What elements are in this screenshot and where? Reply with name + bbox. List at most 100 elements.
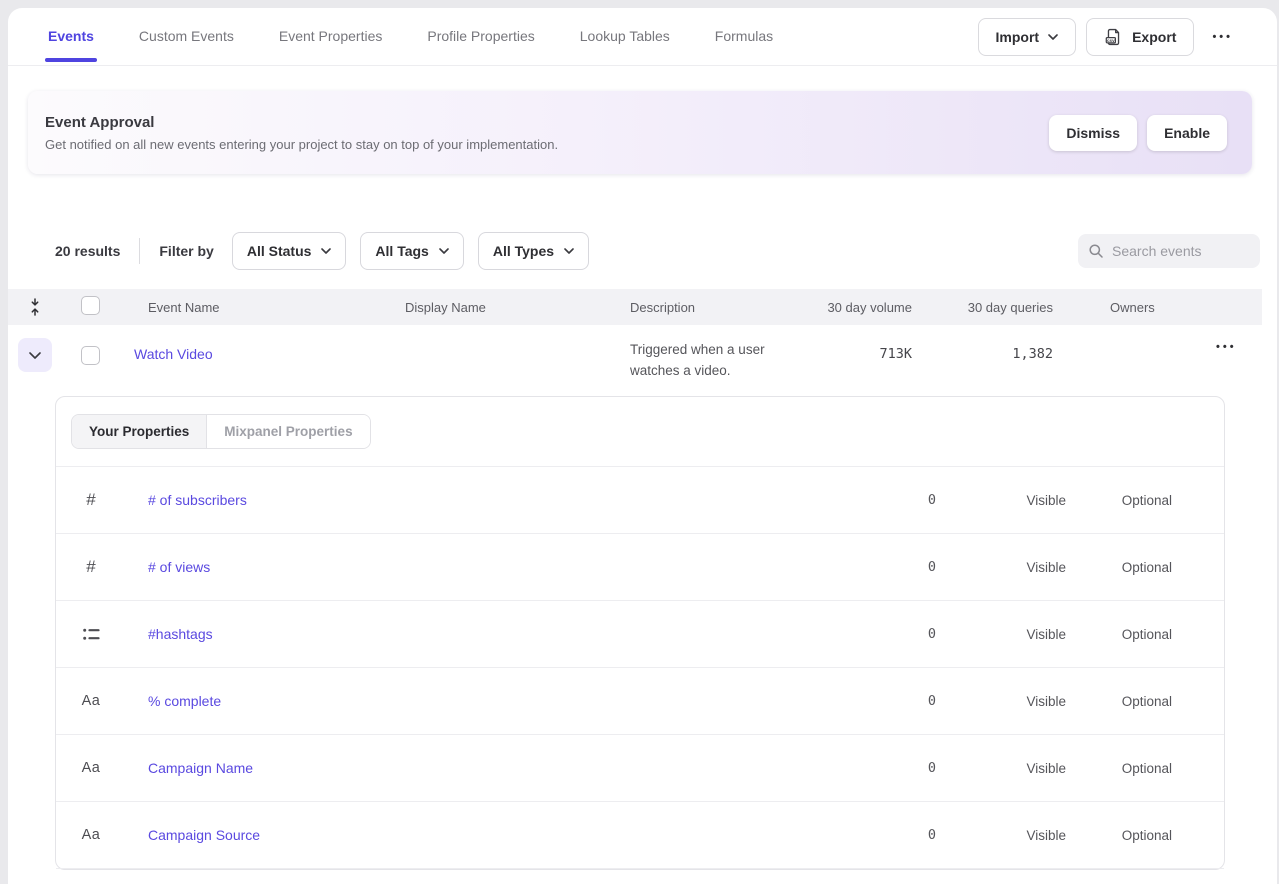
banner-actions: Dismiss Enable — [1049, 115, 1227, 151]
collapse-row-button[interactable] — [18, 338, 52, 372]
property-volume: 0 — [816, 492, 936, 508]
tab-lookup-tables[interactable]: Lookup Tables — [580, 8, 670, 65]
tab-event-properties[interactable]: Event Properties — [279, 8, 383, 65]
types-filter-dropdown[interactable]: All Types — [478, 232, 589, 270]
filter-by-label: Filter by — [159, 243, 213, 259]
row-checkbox[interactable] — [81, 346, 100, 365]
event-description: Triggered when a user watches a video. — [630, 339, 788, 381]
filter-row: 20 results Filter by All Status All Tags… — [8, 232, 1277, 270]
column-30-day-queries: 30 day queries — [920, 300, 1060, 315]
property-name-link[interactable]: #hashtags — [126, 626, 816, 642]
search-icon — [1088, 243, 1104, 259]
event-approval-banner: Event Approval Get notified on all new e… — [28, 91, 1252, 174]
chevron-down-icon — [439, 248, 449, 254]
results-count: 20 results — [55, 243, 120, 259]
property-visibility: Visible — [936, 493, 1106, 508]
nav-actions: Import csv Export ••• — [978, 18, 1241, 56]
property-visibility: Visible — [936, 828, 1106, 843]
property-row: Aa Campaign Source 0 Visible Optional — [56, 802, 1224, 869]
property-name-link[interactable]: # of views — [126, 559, 816, 575]
property-volume: 0 — [816, 626, 936, 642]
event-30-day-volume: 713K — [788, 346, 912, 362]
svg-text:csv: csv — [1107, 37, 1115, 42]
chevron-down-icon — [1048, 34, 1058, 40]
row-more-button[interactable]: ••• — [1210, 341, 1245, 353]
property-requirement: Optional — [1106, 761, 1224, 776]
tab-profile-properties[interactable]: Profile Properties — [427, 8, 534, 65]
property-row: # # of views 0 Visible Optional — [56, 534, 1224, 601]
property-visibility: Visible — [936, 627, 1106, 642]
tab-events[interactable]: Events — [48, 8, 94, 65]
panel-header: Your Properties Mixpanel Properties — [56, 397, 1224, 467]
status-filter-dropdown[interactable]: All Status — [232, 232, 347, 270]
tags-filter-dropdown[interactable]: All Tags — [360, 232, 463, 270]
property-volume: 0 — [816, 693, 936, 709]
property-row: # # of subscribers 0 Visible Optional — [56, 467, 1224, 534]
divider — [139, 238, 140, 264]
number-type-icon: # — [56, 490, 126, 510]
property-visibility: Visible — [936, 694, 1106, 709]
lexicon-window: Events Custom Events Event Properties Pr… — [8, 8, 1277, 884]
property-name-link[interactable]: Campaign Source — [126, 827, 816, 843]
list-type-icon — [56, 628, 126, 641]
collapse-all-button[interactable] — [8, 298, 62, 316]
property-row: Aa Campaign Name 0 Visible Optional — [56, 735, 1224, 802]
properties-tab-group: Your Properties Mixpanel Properties — [71, 414, 371, 449]
select-all-checkbox[interactable] — [81, 296, 100, 315]
tab-custom-events[interactable]: Custom Events — [139, 8, 234, 65]
property-requirement: Optional — [1106, 627, 1224, 642]
search-input[interactable] — [1112, 243, 1250, 259]
number-type-icon: # — [56, 557, 126, 577]
tab-mixpanel-properties[interactable]: Mixpanel Properties — [206, 415, 369, 448]
text-type-icon: Aa — [56, 760, 126, 776]
nav-tabs: Events Custom Events Event Properties Pr… — [48, 8, 773, 65]
events-table-header: Event Name Display Name Description 30 d… — [8, 289, 1262, 325]
tags-filter-label: All Tags — [375, 243, 428, 259]
event-properties-panel: Your Properties Mixpanel Properties # # … — [55, 396, 1225, 870]
dismiss-button[interactable]: Dismiss — [1049, 115, 1137, 151]
import-button-label: Import — [996, 29, 1040, 45]
property-volume: 0 — [816, 559, 936, 575]
chevron-down-icon — [564, 248, 574, 254]
export-button[interactable]: csv Export — [1086, 18, 1194, 56]
text-type-icon: Aa — [56, 827, 126, 843]
import-button[interactable]: Import — [978, 18, 1077, 56]
collapse-vertical-icon — [28, 298, 42, 316]
text-type-icon: Aa — [56, 693, 126, 709]
top-navbar: Events Custom Events Event Properties Pr… — [8, 8, 1277, 66]
enable-button[interactable]: Enable — [1147, 115, 1227, 151]
column-event-name: Event Name — [134, 300, 391, 315]
types-filter-label: All Types — [493, 243, 554, 259]
export-button-label: Export — [1132, 29, 1176, 45]
chevron-down-icon — [29, 352, 41, 359]
tab-formulas[interactable]: Formulas — [715, 8, 773, 65]
banner-description: Get notified on all new events entering … — [45, 137, 558, 152]
property-volume: 0 — [816, 827, 936, 843]
event-row-watch-video: Watch Video Triggered when a user watche… — [8, 325, 1262, 381]
event-30-day-queries: 1,382 — [920, 346, 1053, 362]
column-30-day-volume: 30 day volume — [788, 300, 920, 315]
property-requirement: Optional — [1106, 493, 1224, 508]
column-owners: Owners — [1060, 300, 1210, 315]
property-visibility: Visible — [936, 761, 1106, 776]
property-volume: 0 — [816, 760, 936, 776]
property-requirement: Optional — [1106, 560, 1224, 575]
property-row: Aa % complete 0 Visible Optional — [56, 668, 1224, 735]
tab-your-properties[interactable]: Your Properties — [72, 415, 206, 448]
banner-title: Event Approval — [45, 114, 558, 131]
search-box — [1078, 234, 1260, 268]
nav-more-button[interactable]: ••• — [1204, 31, 1241, 43]
csv-file-icon: csv — [1104, 27, 1123, 47]
property-name-link[interactable]: Campaign Name — [126, 760, 816, 776]
property-visibility: Visible — [936, 560, 1106, 575]
banner-text: Event Approval Get notified on all new e… — [45, 114, 558, 152]
property-name-link[interactable]: % complete — [126, 693, 816, 709]
column-description: Description — [616, 300, 788, 315]
event-name-link[interactable]: Watch Video — [134, 346, 391, 362]
column-display-name: Display Name — [391, 300, 616, 315]
property-requirement: Optional — [1106, 694, 1224, 709]
chevron-down-icon — [321, 248, 331, 254]
status-filter-label: All Status — [247, 243, 312, 259]
property-name-link[interactable]: # of subscribers — [126, 492, 816, 508]
property-row: #hashtags 0 Visible Optional — [56, 601, 1224, 668]
